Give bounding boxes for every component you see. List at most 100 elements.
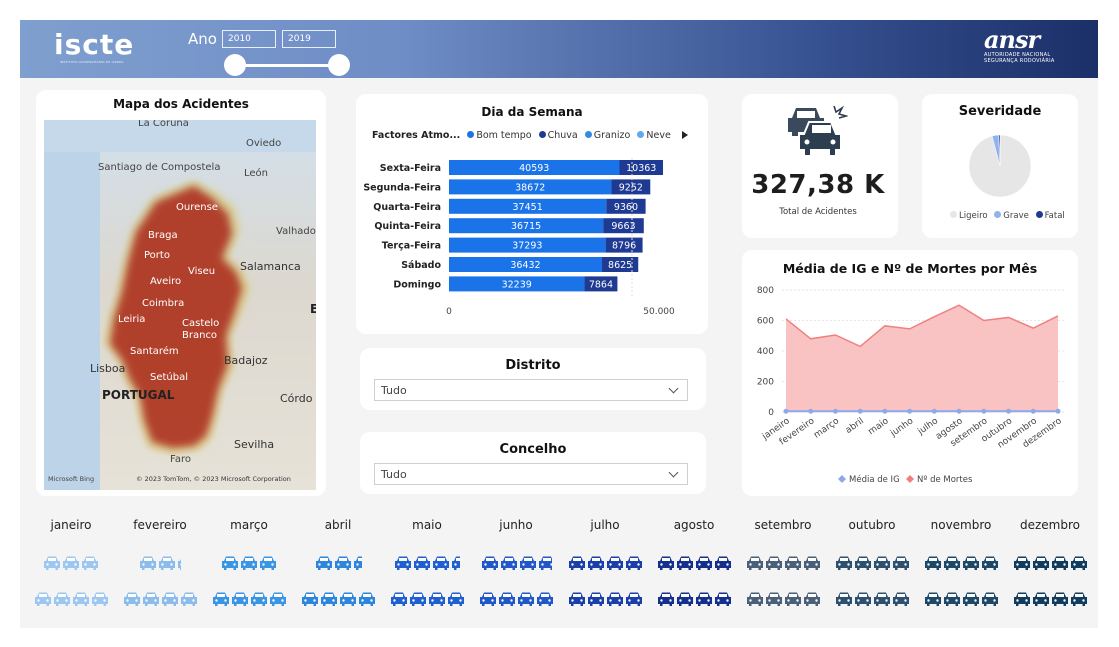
year-slider-track[interactable] [234, 64, 338, 67]
car-icon [714, 591, 732, 607]
car-icon-row [471, 588, 561, 608]
legend-item-mortes[interactable]: Nº de Mortes [917, 475, 973, 485]
month-label-julho: julho [590, 518, 620, 532]
car-icon [924, 555, 942, 571]
point-media-ig[interactable] [931, 408, 937, 414]
point-media-ig[interactable] [1030, 408, 1036, 414]
car-icon [625, 591, 643, 607]
car-icon [676, 555, 694, 571]
car-icon [854, 555, 872, 571]
severity-legend-ligeiro[interactable]: Ligeiro [959, 211, 988, 221]
point-media-ig[interactable] [1055, 408, 1061, 414]
car-icon [695, 591, 713, 607]
car-icon [625, 555, 643, 571]
severity-title: Severidade [958, 104, 1042, 119]
car-icon [873, 555, 891, 571]
point-media-ig[interactable] [832, 408, 838, 414]
area-x-tick: maio [867, 416, 891, 437]
legend-item-neve[interactable]: Neve [646, 130, 670, 141]
year-slider-end-handle[interactable] [328, 54, 350, 76]
map-label-la-coruna: La Coruña [138, 120, 189, 129]
car-icon [72, 591, 90, 607]
car-icon-row [649, 552, 739, 572]
legend-item-media-ig[interactable]: Média de IG [849, 474, 900, 485]
legend-diamond-icon [906, 475, 914, 483]
car-icon-row [827, 552, 917, 572]
map-label-sevilha: Sevilha [234, 438, 275, 451]
point-media-ig[interactable] [783, 408, 789, 414]
bar-data-label: 37451 [513, 202, 543, 213]
car-icon-partial [353, 555, 362, 571]
bar-category-label: Sábado [401, 260, 441, 271]
legend-next-arrow-icon[interactable] [682, 131, 688, 139]
distrito-dropdown[interactable]: Tudo [374, 379, 688, 401]
total-accidents-label: Total de Acidentes [779, 207, 857, 217]
area-y-tick: 0 [768, 408, 774, 418]
legend-diamond-icon [838, 475, 846, 483]
legend-dot-icon [950, 211, 957, 218]
legend-item-chuva[interactable]: Chuva [548, 130, 578, 141]
car-icon [1013, 555, 1031, 571]
chevron-down-icon [668, 467, 679, 478]
car-icon [269, 591, 287, 607]
year-slider-start-handle[interactable] [224, 54, 246, 76]
area-y-tick: 400 [757, 347, 774, 357]
map-label-badajoz: Badajoz [224, 354, 268, 367]
car-icon [481, 555, 499, 571]
car-icon [394, 555, 412, 571]
point-media-ig[interactable] [857, 408, 863, 414]
car-icon [873, 591, 891, 607]
ansr-logo-word: ansr [984, 25, 1040, 54]
car-icon [517, 591, 535, 607]
car-icon [320, 591, 338, 607]
car-icon-row [115, 552, 205, 572]
year-to-input[interactable]: 2019 [282, 30, 336, 48]
iscte-logo-subtitle: INSTITUTO UNIVERSITÁRIO DE LISBOA [60, 60, 124, 64]
legend-item-bom-tempo[interactable]: Bom tempo [476, 130, 531, 141]
point-media-ig[interactable] [907, 408, 913, 414]
car-icon [784, 555, 802, 571]
ansr-logo-line2: SEGURANÇA RODOVIÁRIA [984, 58, 1055, 64]
bar-data-label: 32239 [502, 279, 532, 290]
weather-legend-label: Factores Atmo... [372, 130, 461, 141]
car-icon [835, 591, 853, 607]
map-label-santarem: Santarém [130, 346, 179, 357]
severity-legend-fatal[interactable]: Fatal [1045, 211, 1065, 221]
car-icon [34, 591, 52, 607]
bar-data-label: 36432 [510, 260, 540, 271]
header-bar: iscte INSTITUTO UNIVERSITÁRIO DE LISBOA … [20, 20, 1098, 78]
car-icon [500, 555, 518, 571]
car-icon [334, 555, 352, 571]
car-icon [765, 591, 783, 607]
point-media-ig[interactable] [808, 408, 814, 414]
legend-item-granizo[interactable]: Granizo [594, 130, 631, 141]
car-icon [390, 591, 408, 607]
severity-legend-grave[interactable]: Grave [1003, 211, 1029, 221]
bar-data-label: 8796 [612, 241, 636, 252]
iscte-logo: iscte [54, 28, 135, 61]
accident-heatmap[interactable]: La Coruña Oviedo Santiago de Compostela … [44, 120, 316, 490]
bar-category-label: Segunda-Feira [363, 182, 441, 193]
car-icon [1070, 555, 1088, 571]
point-media-ig[interactable] [1006, 408, 1012, 414]
point-media-ig[interactable] [882, 408, 888, 414]
car-icon [1051, 555, 1069, 571]
year-from-input[interactable]: 2010 [222, 30, 276, 48]
area-x-tick: março [812, 416, 841, 441]
bar-data-label: 8625 [608, 260, 632, 271]
car-icon-row [204, 588, 294, 608]
concelho-dropdown[interactable]: Tudo [374, 463, 688, 485]
severity-legend: Ligeiro Grave Fatal [946, 211, 1065, 221]
car-icon [62, 555, 80, 571]
bar-category-label: Terça-Feira [382, 241, 441, 252]
month-label-outubro: outubro [848, 518, 896, 532]
car-icon-row [382, 588, 472, 608]
bar-axis-tick: 0 [446, 307, 452, 317]
car-icon-row [293, 552, 383, 572]
point-media-ig[interactable] [956, 408, 962, 414]
car-icon [943, 555, 961, 571]
point-media-ig[interactable] [981, 408, 987, 414]
car-icon [91, 591, 109, 607]
car-icon [657, 555, 675, 571]
map-label-leon: León [244, 168, 269, 179]
